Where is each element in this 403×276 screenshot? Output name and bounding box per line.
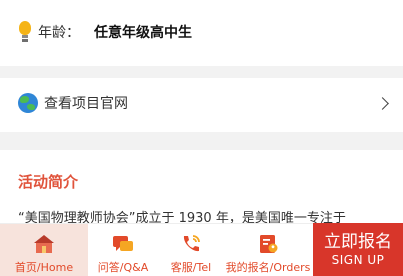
website-row[interactable]: 查看项目官网 (18, 93, 391, 113)
page: 年龄： 任意年级高中生 查看项目官网 活动简介 “美国物理教师协会”成立于 19… (0, 0, 403, 276)
signup-label-cn: 立即报名 (324, 231, 392, 252)
website-link-row[interactable]: 查看项目官网 (0, 78, 403, 132)
tab-home[interactable]: 首页/Home (0, 224, 88, 276)
tab-tel-label: 客服/Tel (170, 261, 212, 274)
lightbulb-icon (18, 21, 32, 43)
tab-orders-label: 我的报名/Orders (225, 261, 311, 274)
tab-qa-label: 问答/Q&A (97, 261, 149, 274)
tab-tel[interactable]: 客服/Tel (160, 224, 222, 276)
signup-button[interactable]: 立即报名 SIGN UP (313, 223, 403, 276)
tab-orders[interactable]: 我的报名/Orders (222, 224, 314, 276)
home-icon (34, 235, 54, 253)
age-value: 任意年级高中生 (94, 25, 192, 41)
age-row: 年龄： 任意年级高中生 (18, 21, 192, 43)
chevron-right-icon (376, 96, 389, 110)
globe-icon (18, 93, 38, 113)
phone-icon (183, 235, 200, 252)
tab-home-label: 首页/Home (14, 261, 74, 274)
tab-qa[interactable]: 问答/Q&A (92, 224, 154, 276)
intro-title: 活动简介 (18, 173, 79, 191)
chat-bubble-icon (113, 236, 133, 251)
age-label: 年龄： (38, 25, 80, 41)
age-card: 年龄： 任意年级高中生 (0, 0, 403, 66)
signup-label-en: SIGN UP (331, 252, 385, 267)
website-label[interactable]: 查看项目官网 (44, 93, 378, 113)
orders-icon (260, 235, 278, 253)
